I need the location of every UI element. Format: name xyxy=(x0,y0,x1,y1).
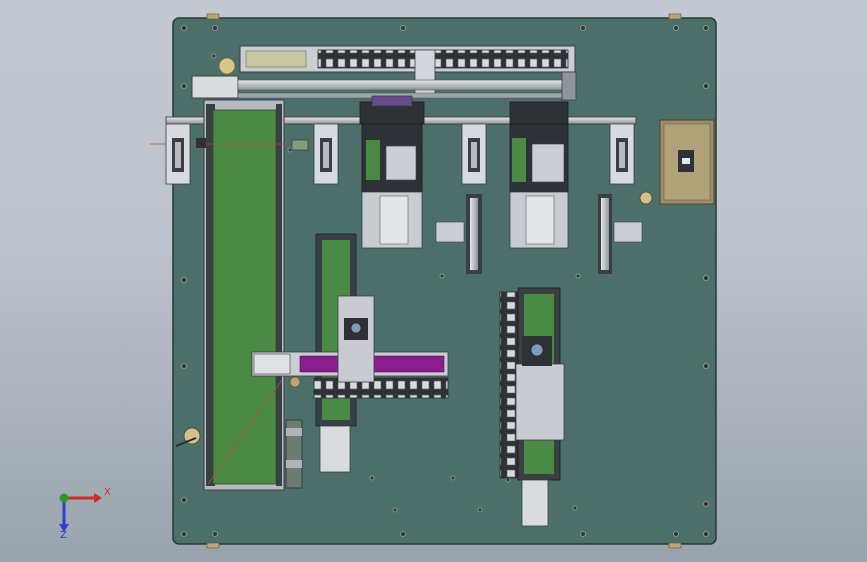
press-station-left xyxy=(359,95,425,249)
press-station-right xyxy=(509,101,569,249)
axis-x-label: X xyxy=(104,487,111,498)
axis-z-label: Z xyxy=(60,530,67,541)
cad-viewport[interactable]: X Z xyxy=(0,0,867,562)
axis-triad: X Z xyxy=(48,480,118,544)
machine-top-view xyxy=(150,13,717,549)
